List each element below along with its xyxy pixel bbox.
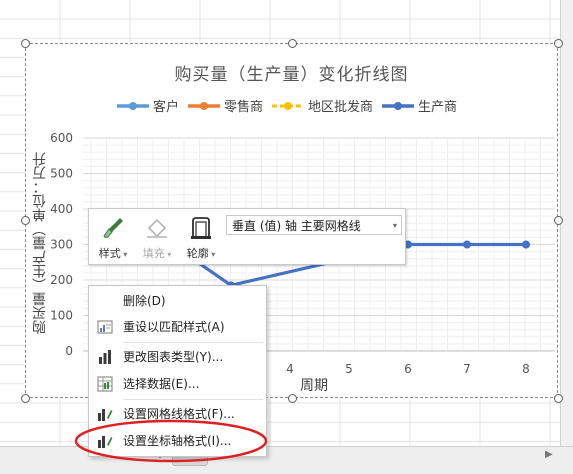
fill-bucket-icon [147,218,167,238]
scroll-right-icon[interactable]: ▶ [545,449,553,460]
style-button[interactable]: 样式 ▾ [91,209,135,264]
fill-label: 填充 ▾ [142,247,172,260]
x-tick-label: 5 [345,362,353,376]
chevron-down-icon: ▾ [392,221,397,230]
x-axis-title[interactable]: 周期 [300,375,328,395]
menu-item-format-gridlines[interactable]: 设置网格线格式(F)... [89,402,266,426]
y-tick-label: 100 [50,309,73,323]
x-tick-label: 8 [522,362,530,376]
data-point[interactable] [522,240,530,249]
y-tick-label: 0 [65,344,73,358]
menu-separator [123,399,263,400]
x-tick-label: 4 [286,362,294,376]
menu-separator [123,342,263,343]
style-label: 样式 ▾ [98,247,128,260]
format-gridlines-icon [98,409,113,421]
menu-item-change-chart-type[interactable]: 更改图表类型(Y)... [89,345,266,369]
menu-item-format-axis[interactable]: 设置坐标轴格式(I)... [89,429,266,453]
outline-button[interactable]: 轮廓 ▾ [179,209,223,264]
menu-item-select-data[interactable]: 选择数据(E)... [89,372,266,396]
data-point[interactable] [463,240,471,249]
chart-element-selector[interactable]: 垂直 (值) 轴 主要网格线 ▾ [226,215,402,235]
y-tick-label: 600 [50,131,73,145]
y-tick-label: 500 [50,167,73,181]
select-data-icon [97,376,113,392]
menu-item-reset-style[interactable]: 重设以匹配样式(A) [89,315,266,339]
menu-item-delete[interactable]: 删除(D) [89,289,266,313]
horizontal-scrollbar[interactable] [0,446,573,474]
chart-element-selector-value: 垂直 (值) 轴 主要网格线 [232,219,361,233]
chart-format-toolbar: 样式 ▾ 填充 ▾ 轮廓 ▾ 垂直 (值) 轴 主要网格线 ▾ [88,208,406,265]
brush-icon [103,218,123,238]
x-tick-label: 6 [404,362,412,376]
y-tick-label: 400 [50,202,73,216]
outline-label: 轮廓 ▾ [186,247,216,260]
outline-icon [191,217,211,239]
reset-style-icon [97,320,113,334]
y-tick-label: 200 [50,273,73,287]
x-tick-label: 7 [463,362,471,376]
fill-button[interactable]: 填充 ▾ [135,209,179,264]
context-menu: 删除(D) 重设以匹配样式(A) 更改图表类型(Y)... 选择数据(E)...… [88,285,267,457]
format-axis-icon [98,436,113,448]
chart-type-icon [99,350,111,364]
y-tick-label: 300 [50,238,73,252]
